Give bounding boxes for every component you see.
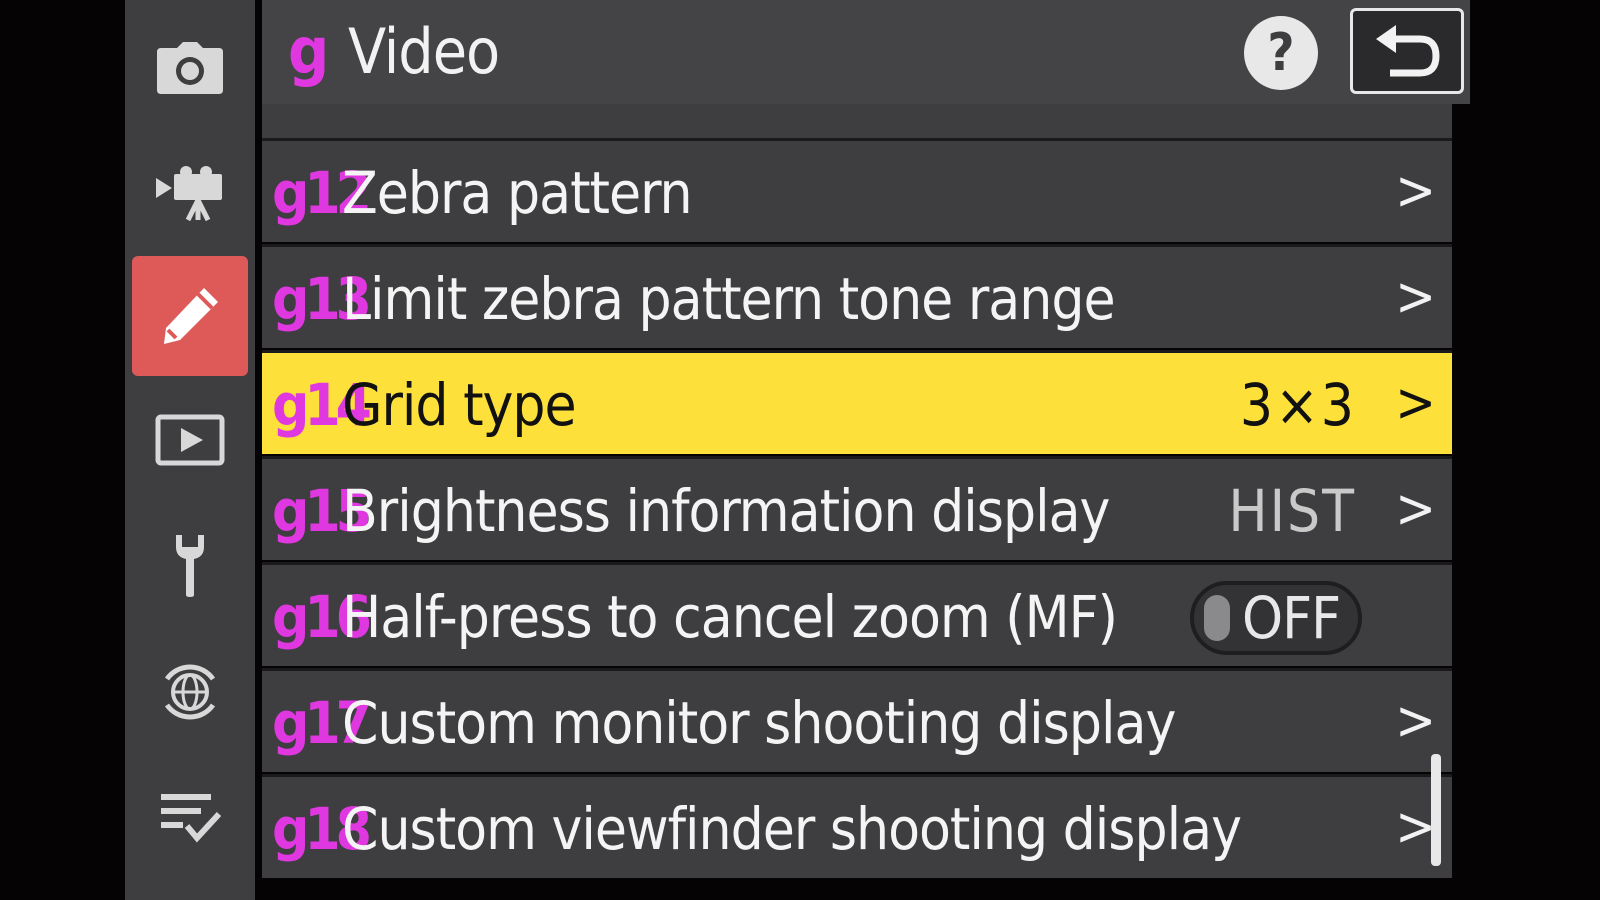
return-arrow-icon [1376, 25, 1440, 77]
item-label: Half-press to cancel zoom (MF) [342, 583, 1118, 651]
item-value: 3×3 [1239, 371, 1356, 439]
network-menu-tab[interactable] [132, 636, 248, 748]
playback-menu-tab[interactable] [132, 384, 248, 496]
menu-row-half-press-cancel-zoom[interactable]: g16 Half-press to cancel zoom (MF) OFF [262, 562, 1452, 666]
menu-row-zebra-pattern[interactable]: g12 Zebra pattern > [262, 138, 1452, 242]
chevron-right-icon: > [1395, 689, 1436, 752]
my-menu-icon [161, 794, 222, 843]
pencil-icon [164, 288, 218, 344]
playback-icon [155, 414, 225, 466]
menu-row-custom-monitor-display[interactable]: g17 Custom monitor shooting display > [262, 668, 1452, 772]
chevron-right-icon: > [1395, 265, 1436, 328]
item-label: Brightness information display [342, 477, 1110, 545]
menu-sidebar [125, 0, 255, 900]
item-label: Custom monitor shooting display [342, 689, 1176, 757]
chevron-right-icon: > [1395, 795, 1436, 858]
menu-list: g12 Zebra pattern > g13 Limit zebra patt… [262, 104, 1452, 900]
chevron-right-icon: > [1395, 477, 1436, 540]
menu-screen: g Video ? g12 Zebra pattern > g13 Limit … [262, 0, 1470, 900]
item-label: Zebra pattern [342, 159, 693, 227]
network-globe-icon [164, 664, 216, 720]
item-label: Limit zebra pattern tone range [342, 265, 1116, 333]
chevron-right-icon: > [1395, 159, 1436, 222]
photo-shooting-menu-tab[interactable] [132, 12, 248, 124]
menu-row-brightness-info-display[interactable]: g15 Brightness information display HIST … [262, 456, 1452, 560]
movie-camera-icon [156, 166, 222, 222]
page-title: Video [348, 15, 500, 88]
menu-row-custom-viewfinder-display[interactable]: g18 Custom viewfinder shooting display > [262, 774, 1452, 878]
menu-row-limit-zebra-tone-range[interactable]: g13 Limit zebra pattern tone range > [262, 244, 1452, 348]
scroll-thumb[interactable] [1431, 754, 1441, 866]
camera-icon [157, 42, 223, 94]
scrollbar[interactable] [1431, 104, 1441, 900]
help-button[interactable]: ? [1244, 16, 1318, 90]
back-button[interactable] [1350, 8, 1464, 94]
item-label: Custom viewfinder shooting display [342, 795, 1242, 863]
chevron-right-icon: > [1395, 371, 1436, 434]
my-menu-tab[interactable] [132, 760, 248, 872]
list-item[interactable] [262, 104, 1452, 138]
item-value: HIST [1228, 477, 1356, 545]
video-recording-menu-tab[interactable] [132, 136, 248, 248]
toggle-knob [1204, 595, 1230, 641]
off-toggle[interactable]: OFF [1190, 581, 1362, 655]
item-label: Grid type [342, 371, 577, 439]
menu-row-grid-type[interactable]: g14 Grid type 3×3 > [262, 350, 1452, 454]
menu-header: g Video ? [262, 0, 1470, 104]
setup-menu-tab[interactable] [132, 510, 248, 622]
wrench-icon [176, 535, 204, 597]
menu-group-letter: g [288, 15, 330, 89]
toggle-state: OFF [1242, 584, 1341, 652]
custom-settings-menu-tab[interactable] [132, 256, 248, 376]
